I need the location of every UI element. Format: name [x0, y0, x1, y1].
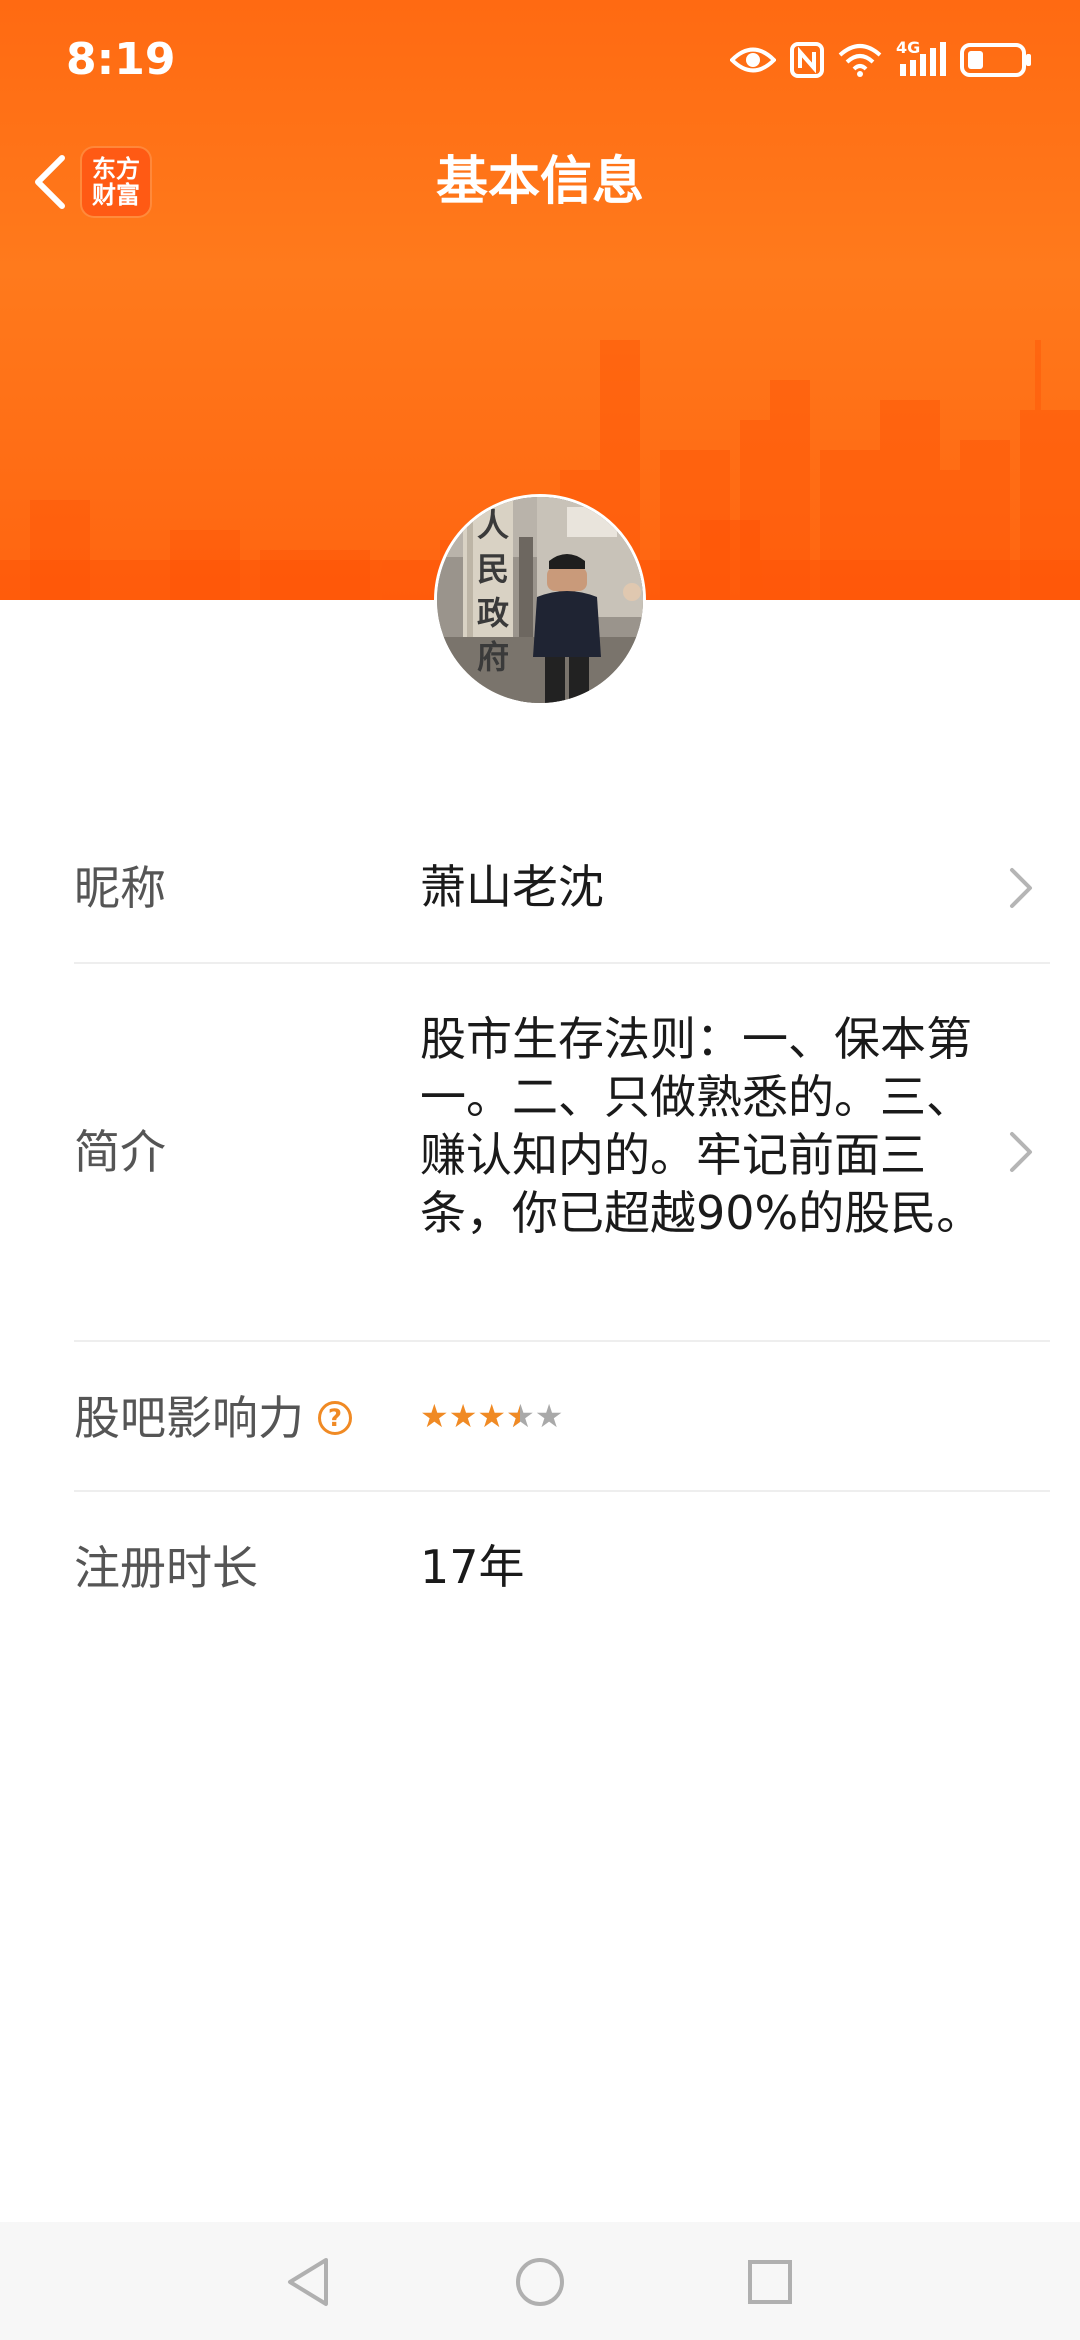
star-rating: ★ ★ ★ ★ ★ — [420, 1396, 1040, 1436]
influence-row: 股吧影响力 ? ★ ★ ★ ★ ★ — [74, 1342, 1050, 1492]
influence-rating: ★ ★ ★ ★ ★ — [420, 1396, 1040, 1436]
star-full-icon: ★ — [477, 1397, 507, 1435]
chevron-right-icon — [1010, 868, 1032, 908]
page-title: 基本信息 — [435, 152, 644, 212]
influence-label-group: 股吧影响力 ? — [74, 1390, 352, 1446]
avatar-sign-char-3: 政 — [476, 594, 509, 632]
home-circle-icon[interactable] — [510, 2252, 570, 2312]
avatar[interactable]: 人 民 政 府 — [434, 494, 646, 706]
chevron-right-icon — [1010, 1132, 1032, 1172]
status-time: 8:19 — [66, 34, 176, 85]
eye-icon — [730, 47, 776, 73]
system-navigation-bar — [0, 2222, 1080, 2340]
wifi-icon — [838, 44, 882, 77]
info-list: 昵称 萧山老沈 简介 股市生存法则：一、保本第一。二、只做熟悉的。三、赚认知内的… — [74, 812, 1050, 1642]
registration-value: 17年 — [420, 1540, 525, 1594]
avatar-photo — [437, 497, 643, 703]
nickname-label: 昵称 — [74, 861, 166, 915]
star-half-icon: ★ — [506, 1396, 535, 1436]
signal-4g-icon: 4G — [896, 40, 946, 78]
nickname-value: 萧山老沈 — [420, 860, 604, 914]
nfc-icon — [790, 42, 824, 78]
influence-label: 股吧影响力 — [74, 1391, 304, 1445]
back-triangle-icon[interactable] — [280, 2252, 340, 2312]
battery-icon — [960, 43, 1031, 77]
avatar-sign-char-2: 民 — [476, 550, 509, 588]
status-bar: 8:19 4G — [0, 0, 1080, 120]
star-full-icon: ★ — [420, 1397, 449, 1435]
star-empty-icon: ★ — [534, 1397, 564, 1435]
bio-row[interactable]: 简介 股市生存法则：一、保本第一。二、只做熟悉的。三、赚认知内的。牢记前面三条，… — [74, 964, 1050, 1342]
nickname-row[interactable]: 昵称 萧山老沈 — [74, 812, 1050, 964]
bio-value: 股市生存法则：一、保本第一。二、只做熟悉的。三、赚认知内的。牢记前面三条，你已超… — [420, 1012, 983, 1240]
recents-square-icon[interactable] — [740, 2252, 800, 2312]
question-circle-icon[interactable]: ? — [318, 1401, 352, 1435]
avatar-sign-char-4: 府 — [476, 638, 509, 676]
profile-basic-info-screen: 8:19 4G 东方 财富 基本信息 人 民 政 府 昵称 萧山老沈 简介 股市… — [0, 0, 1080, 2340]
registration-row: 注册时长 17年 — [74, 1492, 1050, 1642]
bio-label: 简介 — [74, 1125, 166, 1179]
registration-label: 注册时长 — [74, 1541, 258, 1595]
avatar-sign-char-1: 人 — [476, 506, 509, 544]
star-full-icon: ★ — [448, 1397, 478, 1435]
avatar-sign-text: 人 民 政 府 — [473, 503, 513, 679]
status-icons: 4G — [730, 36, 1032, 84]
